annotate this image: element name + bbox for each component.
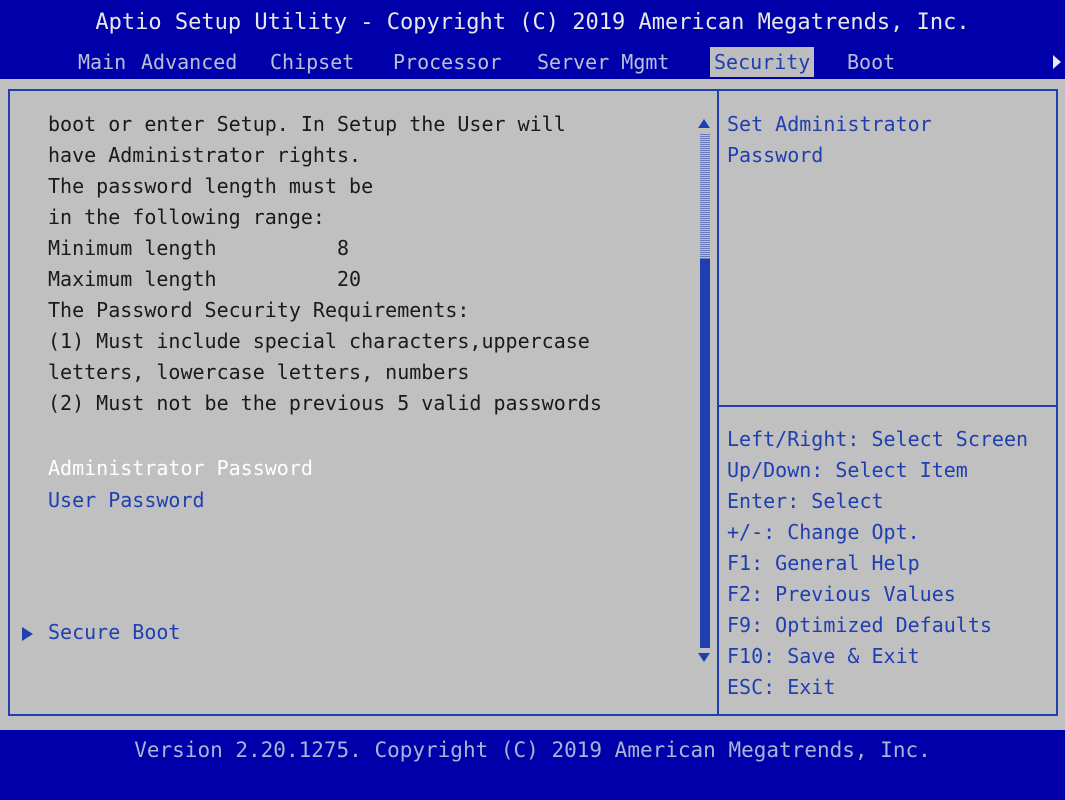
description-line: The password length must be <box>48 174 374 198</box>
key-help-line: +/-: Change Opt. <box>727 520 920 544</box>
key-help-line: Enter: Select <box>727 489 884 513</box>
tab-scroll-right-icon[interactable] <box>1053 55 1061 69</box>
key-help-line: F10: Save & Exit <box>727 644 920 668</box>
tab-main[interactable]: Main <box>74 47 130 77</box>
settings-pane: boot or enter Setup. In Setup the User w… <box>0 79 700 730</box>
tab-chipset[interactable]: Chipset <box>266 47 358 77</box>
pane-divider <box>717 89 719 716</box>
key-help-line: F1: General Help <box>727 551 920 575</box>
submenu-arrow-icon <box>22 627 33 641</box>
minimum-length-line: Minimum length 8 <box>48 236 350 260</box>
tab-server-mgmt[interactable]: Server Mgmt <box>533 47 673 77</box>
app-title: Aptio Setup Utility - Copyright (C) 2019… <box>95 10 970 35</box>
description-line: boot or enter Setup. In Setup the User w… <box>48 112 566 136</box>
bios-screen: Aptio Setup Utility - Copyright (C) 2019… <box>0 0 1065 800</box>
administrator-password-item[interactable]: Administrator Password <box>48 453 313 484</box>
scrollbar[interactable] <box>700 134 710 648</box>
version-text: Version 2.20.1275. Copyright (C) 2019 Am… <box>134 738 931 762</box>
help-text: Set Administrator <box>727 112 932 136</box>
key-help-line: F9: Optimized Defaults <box>727 613 992 637</box>
help-divider <box>719 405 1058 407</box>
maximum-length-line: Maximum length 20 <box>48 267 362 291</box>
scroll-down-icon[interactable] <box>698 653 710 662</box>
key-help-line: ESC: Exit <box>727 675 836 699</box>
description-line: (2) Must not be the previous 5 valid pas… <box>48 391 602 415</box>
tab-processor[interactable]: Processor <box>389 47 505 77</box>
key-help-line: Up/Down: Select Item <box>727 458 968 482</box>
description-line: letters, lowercase letters, numbers <box>48 360 470 384</box>
description-line: (1) Must include special characters,uppe… <box>48 329 590 353</box>
tab-security[interactable]: Security <box>710 47 815 77</box>
description-line: have Administrator rights. <box>48 143 362 167</box>
description-line: The Password Security Requirements: <box>48 298 470 322</box>
tab-advanced[interactable]: Advanced <box>137 47 241 77</box>
key-help-line: Left/Right: Select Screen <box>727 427 1029 451</box>
main-area: boot or enter Setup. In Setup the User w… <box>0 79 1065 730</box>
help-text: Password <box>727 143 824 167</box>
tab-bar: Main Advanced Chipset Processor Server M… <box>0 47 1065 77</box>
user-password-item[interactable]: User Password <box>48 485 205 516</box>
key-help-line: F2: Previous Values <box>727 582 956 606</box>
scroll-up-icon[interactable] <box>698 119 710 128</box>
footer: Version 2.20.1275. Copyright (C) 2019 Am… <box>0 730 1065 800</box>
secure-boot-item[interactable]: Secure Boot <box>48 617 180 648</box>
tab-boot[interactable]: Boot <box>843 47 899 77</box>
description-line: in the following range: <box>48 205 325 229</box>
scrollbar-thumb[interactable] <box>700 259 710 648</box>
scrollbar-track <box>700 134 710 259</box>
